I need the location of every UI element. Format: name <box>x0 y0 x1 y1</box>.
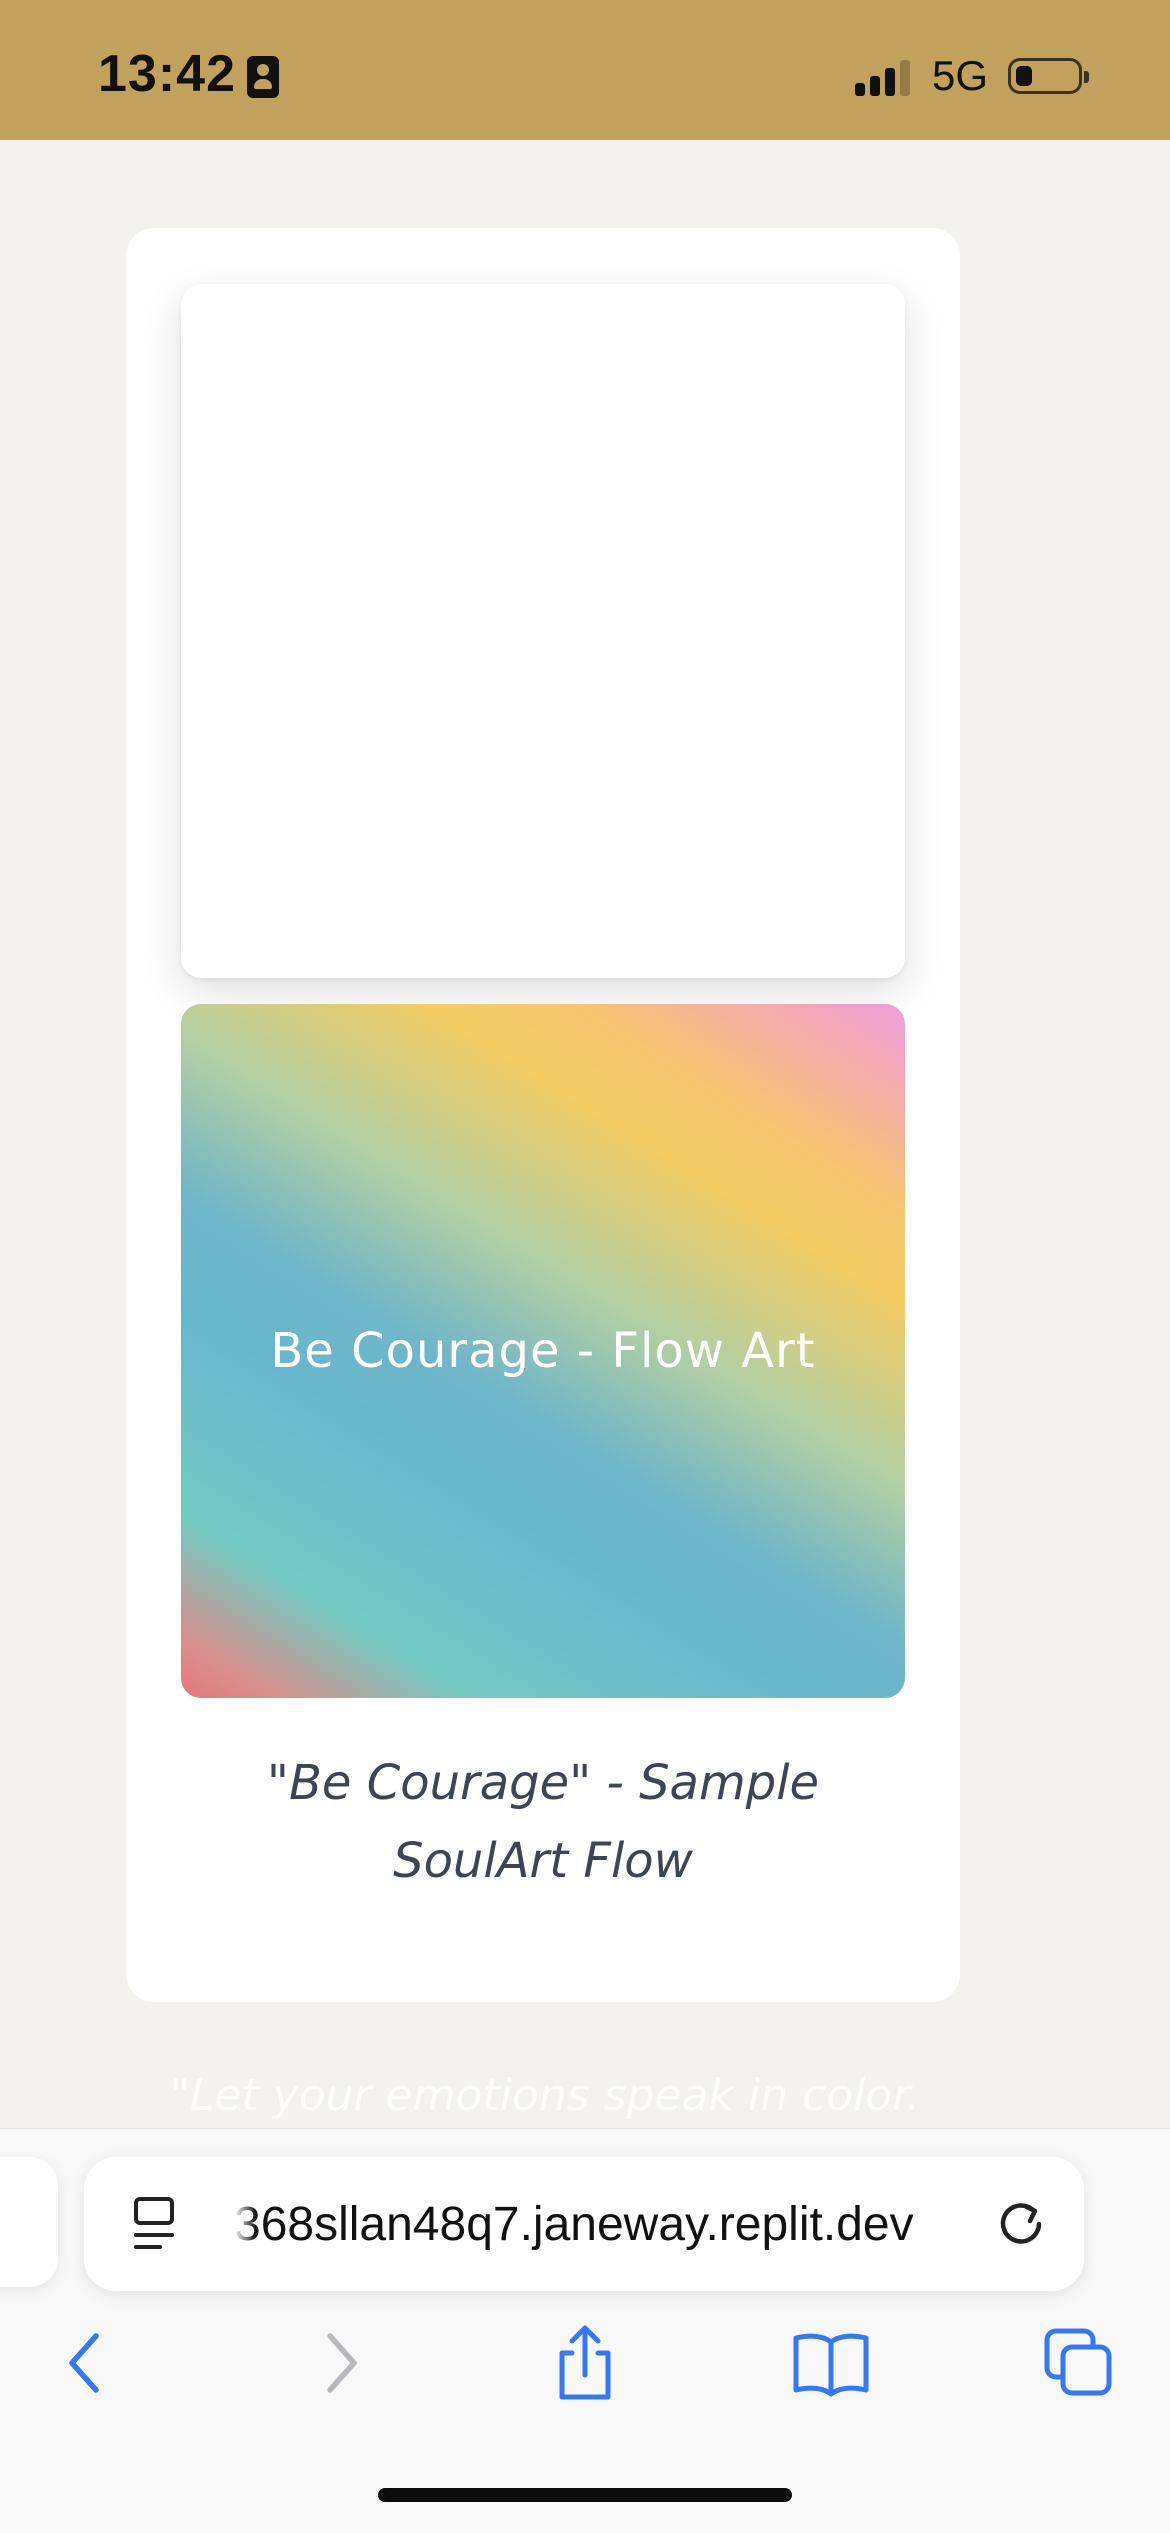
tabs-icon <box>1044 2328 1112 2396</box>
status-bar: 13:42 5G <box>0 0 1170 140</box>
signal-bar <box>870 76 880 96</box>
back-icon <box>69 2333 99 2393</box>
forward-button[interactable] <box>294 2318 384 2408</box>
signal-bar <box>900 60 910 96</box>
battery-icon <box>1008 58 1089 94</box>
signal-bar <box>885 68 895 96</box>
blank-canvas-panel <box>181 284 905 978</box>
flow-art-image: Be Courage - Flow Art <box>181 1004 905 1698</box>
address-bar[interactable]: 368sllan48q7.janeway.replit.dev <box>84 2157 1084 2291</box>
battery-cap <box>1084 71 1089 83</box>
artwork-card: Be Courage - Flow Art "Be Courage" - Sam… <box>126 228 960 2002</box>
reload-icon[interactable] <box>994 2197 1048 2251</box>
caption-line-2: SoulArt Flow <box>393 1833 693 1889</box>
tabs-button[interactable] <box>1034 2318 1124 2408</box>
network-label: 5G <box>932 52 989 99</box>
idcard-icon <box>247 56 279 98</box>
artwork-caption: "Be Courage" - Sample SoulArt Flow <box>186 1744 900 1900</box>
signal-bar <box>855 83 865 96</box>
flow-art-label: Be Courage - Flow Art <box>270 1323 816 1379</box>
page-menu-icon[interactable] <box>134 2197 180 2251</box>
home-indicator <box>378 2488 792 2502</box>
caption-line-1: "Be Courage" - Sample <box>266 1755 820 1811</box>
share-button[interactable] <box>540 2318 630 2408</box>
bookmarks-button[interactable] <box>786 2318 876 2408</box>
share-icon <box>559 2325 611 2400</box>
bookmarks-icon <box>793 2333 869 2397</box>
back-button[interactable] <box>42 2318 132 2408</box>
forward-icon <box>327 2333 357 2393</box>
status-time: 13:42 <box>98 45 236 103</box>
quote-text: "Let your emotions speak in color. <box>169 2070 921 2121</box>
signal-icon <box>855 58 915 96</box>
battery-fill <box>1016 66 1032 86</box>
previous-tab-preview[interactable] <box>0 2157 58 2287</box>
url-text[interactable]: 368sllan48q7.janeway.replit.dev <box>234 2157 1004 2291</box>
